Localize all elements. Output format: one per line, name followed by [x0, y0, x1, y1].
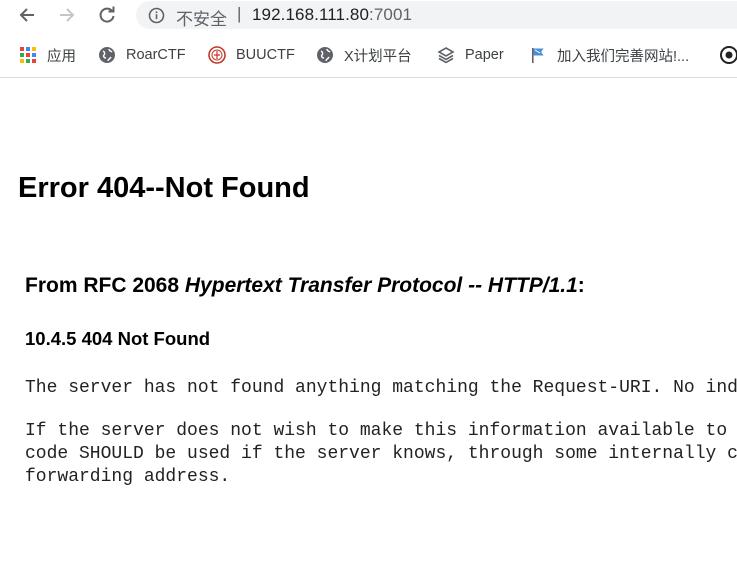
apps-grid-icon	[19, 46, 37, 64]
bookmark-overflow[interactable]	[720, 44, 737, 66]
reload-button[interactable]	[94, 3, 120, 27]
paragraph-2-line-1: If the server does not wish to make this…	[25, 421, 728, 441]
rfc-heading-suffix: :	[577, 274, 585, 297]
url-port: :7001	[369, 5, 413, 24]
bookmark-label: RoarCTF	[126, 47, 186, 63]
bookmark-buuctf[interactable]: BUUCTF	[208, 44, 295, 66]
rfc-heading-title: Hypertext Transfer Protocol -- HTTP/1.1	[184, 274, 578, 297]
url-host: 192.168.111.80	[252, 5, 370, 24]
security-label: 不安全	[176, 10, 227, 29]
bookmark-apps[interactable]: 应用	[19, 44, 76, 66]
paragraph-2-line-3: forwarding address.	[25, 467, 231, 487]
bookmark-roarctf[interactable]: RoarCTF	[98, 44, 186, 66]
omnibox-separator: |	[237, 4, 242, 23]
bookmark-label: 加入我们完善网站!...	[557, 48, 690, 65]
layers-icon	[437, 46, 455, 64]
bookmark-label: BUUCTF	[236, 47, 295, 63]
bookmarks-bar: 应用 RoarCTF BUUCTF X计划平台 Paper 加入我们完善网站!.…	[0, 38, 737, 72]
back-arrow-icon	[19, 8, 34, 22]
browser-toolbar: 不安全 | 192.168.111.80:7001	[0, 0, 737, 30]
bookmark-label: 应用	[47, 48, 76, 65]
flag-icon	[529, 46, 547, 64]
site-info-icon[interactable]	[148, 7, 165, 29]
rfc-heading-prefix: From RFC 2068	[25, 274, 185, 297]
paragraph-2: If the server does not wish to make this…	[25, 420, 737, 489]
url-text[interactable]: 192.168.111.80:7001	[252, 5, 412, 25]
globe-icon	[316, 46, 334, 64]
bookmark-join-us[interactable]: 加入我们完善网站!...	[529, 44, 689, 66]
bookmark-label: Paper	[465, 47, 504, 63]
bookmark-paper[interactable]: Paper	[437, 44, 504, 66]
paragraph-1: The server has not found anything matchi…	[25, 378, 737, 398]
bookmark-label: X计划平台	[344, 48, 412, 65]
globe-icon	[98, 46, 116, 64]
rfc-heading: From RFC 2068 Hypertext Transfer Protoco…	[25, 274, 585, 298]
forward-arrow-icon	[60, 8, 75, 22]
page-content: Error 404--Not Found From RFC 2068 Hyper…	[0, 78, 737, 577]
address-bar[interactable]: 不安全 | 192.168.111.80:7001	[136, 1, 737, 29]
section-heading: 10.4.5 404 Not Found	[25, 328, 211, 349]
page-title: Error 404--Not Found	[18, 172, 310, 204]
back-button[interactable]	[14, 3, 40, 27]
buuctf-seal-icon	[208, 46, 226, 64]
paragraph-2-line-2: code SHOULD be used if the server knows,…	[25, 444, 737, 464]
github-icon	[720, 46, 737, 64]
forward-button[interactable]	[54, 3, 80, 27]
bookmark-xplan[interactable]: X计划平台	[316, 44, 412, 66]
reload-icon	[99, 6, 115, 23]
